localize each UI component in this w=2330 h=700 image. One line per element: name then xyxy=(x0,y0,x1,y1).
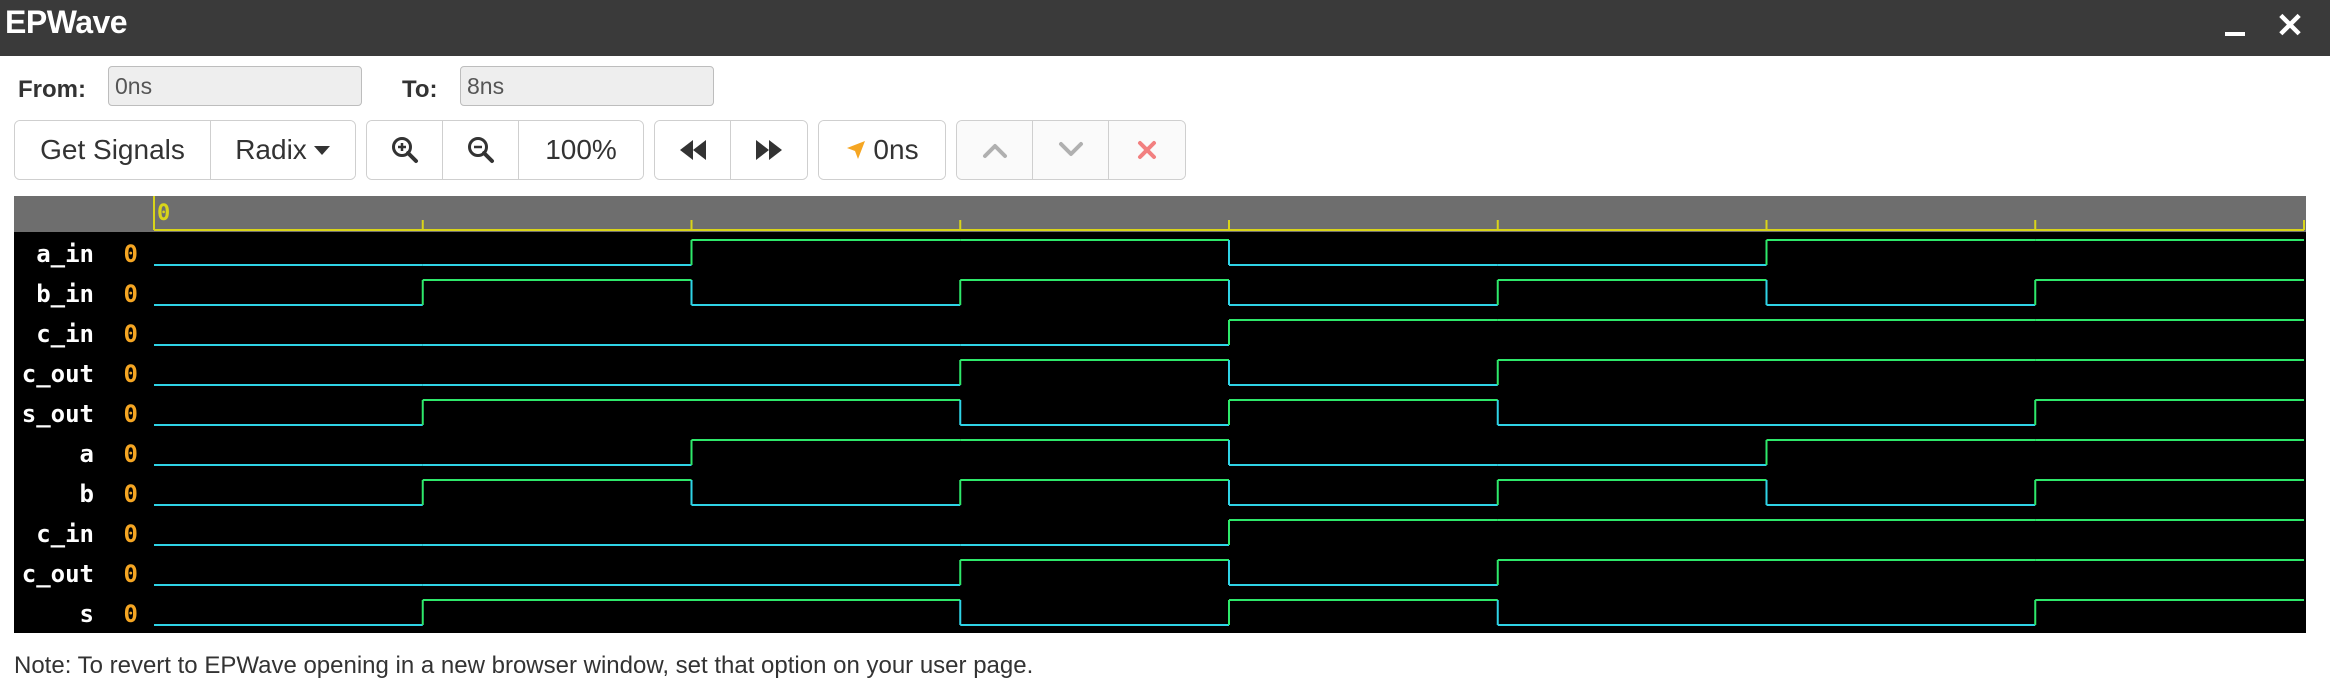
zoom-out-button[interactable] xyxy=(443,121,519,179)
cursor-button-group: 0ns xyxy=(818,120,946,180)
radix-label: Radix xyxy=(235,134,307,165)
radix-button[interactable]: Radix xyxy=(211,121,355,179)
signal-value: 0 xyxy=(124,280,138,308)
to-label: To: xyxy=(402,76,438,103)
move-down-button[interactable] xyxy=(1033,121,1109,179)
signal-value: 0 xyxy=(124,240,138,268)
get-signals-label: Get Signals xyxy=(40,134,185,165)
move-up-button[interactable] xyxy=(957,121,1033,179)
fast-forward-button[interactable] xyxy=(731,121,807,179)
zoom-out-icon xyxy=(467,137,494,163)
signal-value: 0 xyxy=(124,480,138,508)
chevron-down-icon xyxy=(1058,142,1083,156)
signal-name[interactable]: c_out xyxy=(22,360,94,388)
fast-forward-icon xyxy=(756,140,782,160)
signal-name[interactable]: b xyxy=(80,480,94,508)
signal-value: 0 xyxy=(124,520,138,548)
signal-value: 0 xyxy=(124,400,138,428)
signal-name[interactable]: c_in xyxy=(36,320,94,348)
timeline-header[interactable] xyxy=(14,196,2306,232)
signal-name[interactable]: s_out xyxy=(22,400,94,428)
signal-name[interactable]: b_in xyxy=(36,280,94,308)
timeline-cursor-label: 0 xyxy=(157,201,170,226)
fast-backward-button[interactable] xyxy=(655,121,731,179)
close-icon[interactable]: ✕ xyxy=(2270,6,2310,46)
signal-value: 0 xyxy=(124,600,138,628)
signal-order-button-group xyxy=(956,120,1186,180)
remove-signal-button[interactable] xyxy=(1109,121,1185,179)
fast-backward-icon xyxy=(679,140,706,160)
signals-button-group: Get Signals Radix xyxy=(14,120,356,180)
to-input[interactable] xyxy=(460,66,714,106)
signal-value: 0 xyxy=(124,320,138,348)
app-title: EPWave xyxy=(5,4,128,40)
signal-name[interactable]: a xyxy=(80,440,94,468)
signal-name[interactable]: c_in xyxy=(36,520,94,548)
from-range: From: xyxy=(0,66,380,108)
to-range: To: xyxy=(380,66,740,108)
caret-down-icon xyxy=(313,146,330,155)
signal-name[interactable]: a_in xyxy=(36,240,94,268)
remove-icon xyxy=(1138,141,1156,159)
zoom-in-button[interactable] xyxy=(367,121,443,179)
zoom-button-group: 100% xyxy=(366,120,644,180)
signal-name[interactable]: c_out xyxy=(22,560,94,588)
cursor-time: 0ns xyxy=(873,134,919,165)
zoom-in-icon xyxy=(391,137,418,163)
cursor-time-button[interactable]: 0ns xyxy=(819,121,945,179)
from-input[interactable] xyxy=(108,66,362,106)
cursor-arrow-icon xyxy=(847,141,866,159)
chevron-up-icon xyxy=(982,144,1007,158)
waveform-viewer[interactable]: 0 a_in 0 b_in 0 c_in 0 c_out 0 s_out 0 a 0 b 0 c_in 0 c_o… xyxy=(14,196,2306,633)
footer-note: Note: To revert to EPWave opening in a n… xyxy=(14,652,1034,679)
signal-value: 0 xyxy=(124,560,138,588)
zoom-level-display[interactable]: 100% xyxy=(519,121,643,179)
waveform-canvas[interactable]: 0 a_in 0 b_in 0 c_in 0 c_out 0 s_out 0 a 0 b 0 c_in 0 c_o… xyxy=(14,196,2306,633)
nav-button-group xyxy=(654,120,808,180)
signal-name[interactable]: s xyxy=(80,600,94,628)
zoom-level: 100% xyxy=(545,134,617,165)
get-signals-button[interactable]: Get Signals xyxy=(15,121,211,179)
from-label: From: xyxy=(18,76,86,103)
minimize-icon[interactable] xyxy=(2214,6,2254,46)
signal-value: 0 xyxy=(124,360,138,388)
title-bar: EPWave ✕ xyxy=(0,0,2330,56)
signal-value: 0 xyxy=(124,440,138,468)
